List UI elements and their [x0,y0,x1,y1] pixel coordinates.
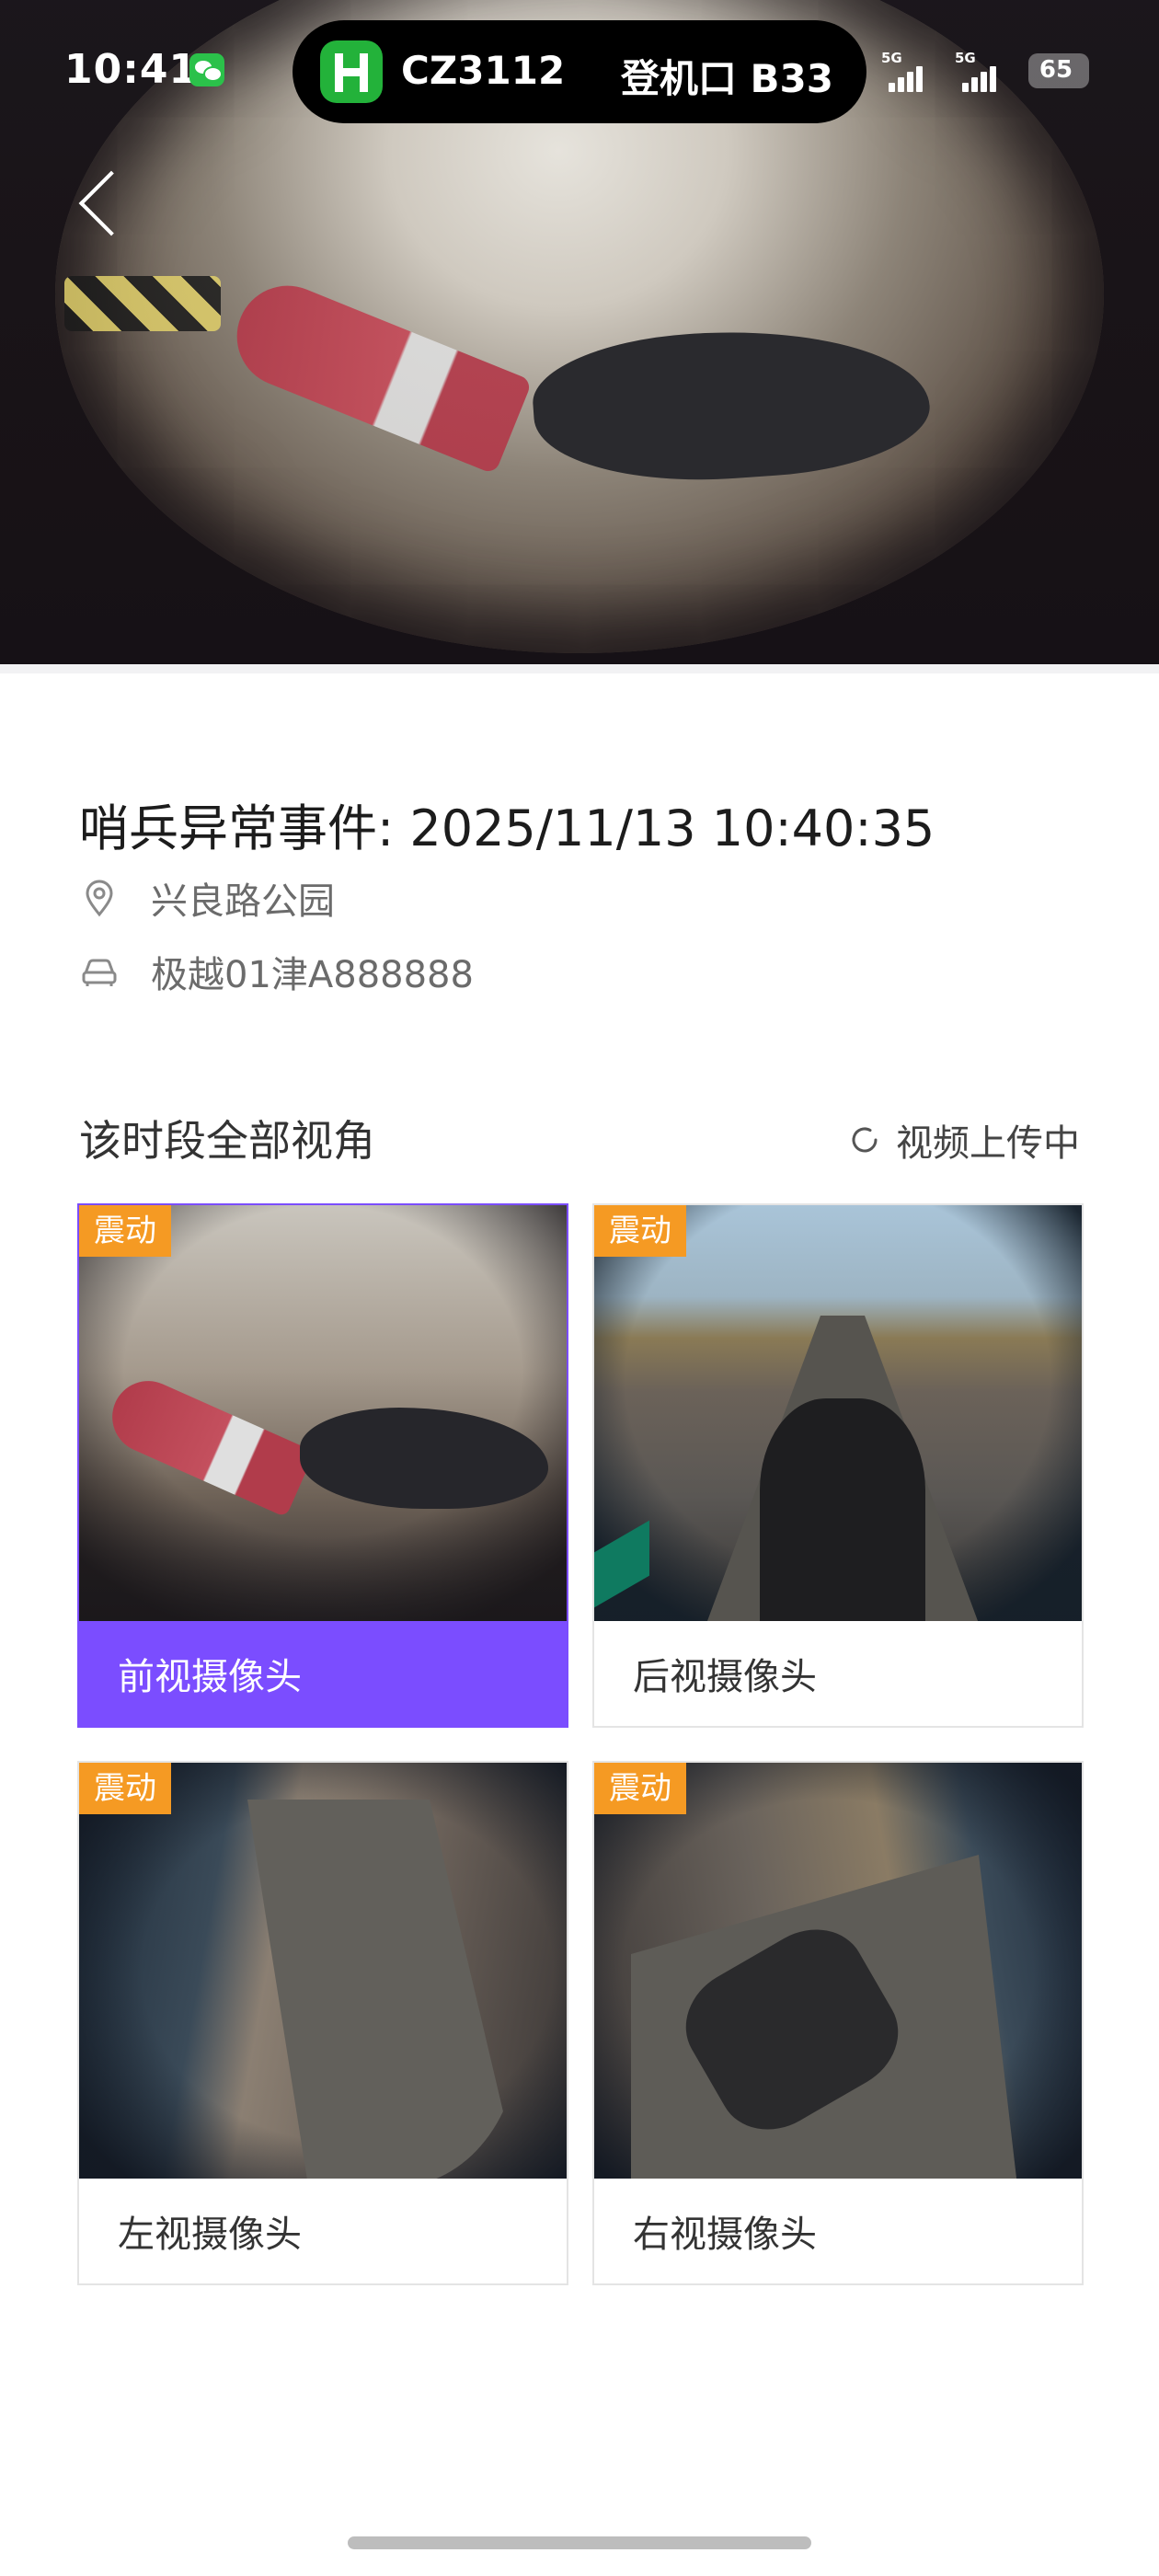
camera-label-bar: 后视摄像头 [594,1621,1082,1726]
camera-label-bar: 右视摄像头 [594,2179,1082,2283]
event-vehicle: 极越01津A888888 [151,954,474,996]
vibration-badge: 震动 [594,1205,686,1257]
event-location: 兴良路公园 [151,880,335,923]
vibration-badge: 震动 [79,1205,171,1257]
flight-gate: 登机口 B33 [620,56,833,101]
signal-indicators: 5G 5G 65 [881,48,1093,94]
camera-thumbnail [594,1205,1082,1621]
preview-divider [0,664,1159,673]
airline-logo-icon [320,40,383,103]
camera-label: 后视摄像头 [633,1656,817,1698]
camera-label: 前视摄像头 [118,1656,302,1698]
camera-card-left[interactable]: 震动 左视摄像头 [77,1761,568,2285]
upload-status-text: 视频上传中 [896,1122,1080,1165]
camera-label: 右视摄像头 [633,2214,817,2256]
battery-level: 65 [1039,56,1073,84]
camera-card-rear[interactable]: 震动 后视摄像头 [592,1203,1084,1728]
camera-card-front[interactable]: 震动 前视摄像头 [77,1203,568,1728]
status-time: 10:41 [64,46,199,93]
flight-number: CZ3112 [401,48,566,93]
upload-status: 视频上传中 [846,1113,1080,1167]
cellular-signal-icon: 5G [881,48,951,94]
camera-card-right[interactable]: 震动 右视摄像头 [592,1761,1084,2285]
location-pin-icon [86,880,113,917]
signal-type-label: 5G [955,50,976,66]
battery-icon: 65 [1028,53,1089,88]
signal-type-label: 5G [881,50,902,66]
event-vehicle-row: 极越01津A888888 [79,946,474,997]
cellular-signal-icon: 5G [955,48,1025,94]
status-bar: 10:41 CZ3112 登机口 B33 5G 5G 65 [0,0,1159,147]
camera-thumbnail [79,1205,567,1621]
vibration-badge: 震动 [594,1763,686,1814]
event-location-row: 兴良路公园 [79,872,335,924]
camera-label-bar: 左视摄像头 [79,2179,567,2283]
loading-spinner-icon [852,1127,878,1153]
section-title: 该时段全部视角 [79,1116,375,1166]
camera-label: 左视摄像头 [118,2214,302,2256]
flight-live-activity[interactable]: CZ3112 登机口 B33 [293,20,866,123]
preview-road-barrier [64,276,221,331]
home-indicator[interactable] [348,2536,811,2549]
vibration-badge: 震动 [79,1763,171,1814]
wechat-icon [189,53,224,86]
camera-thumbnail [79,1763,567,2179]
camera-label-bar: 前视摄像头 [79,1621,567,1726]
camera-thumbnail [594,1763,1082,2179]
car-icon [82,959,117,986]
event-title: 哨兵异常事件: 2025/11/13 10:40:35 [79,799,935,857]
